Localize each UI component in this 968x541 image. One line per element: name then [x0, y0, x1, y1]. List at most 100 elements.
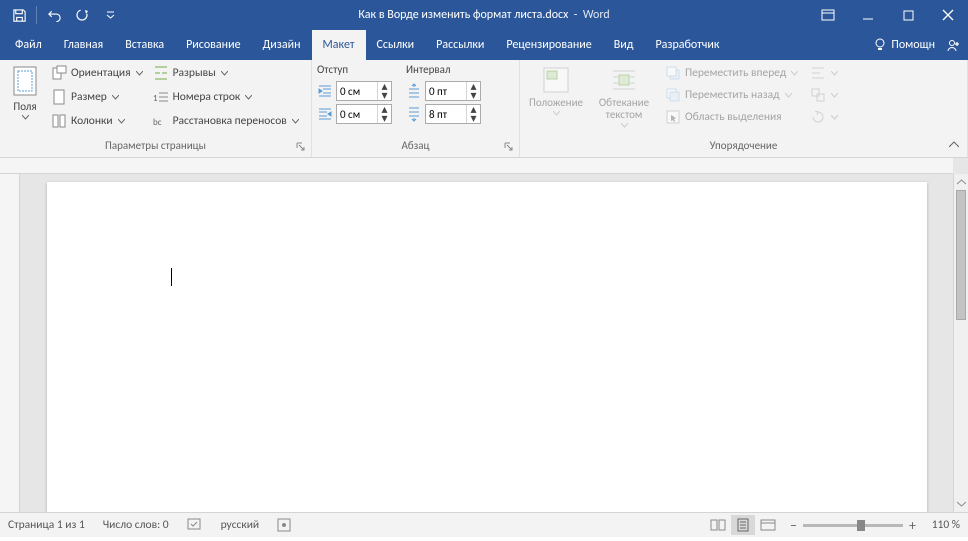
- tab-view[interactable]: Вид: [603, 30, 645, 60]
- rotate-button: [810, 107, 838, 127]
- line-numbers-icon: 1: [153, 89, 169, 105]
- indent-right-icon: [317, 106, 333, 122]
- zoom-slider-thumb[interactable]: [857, 520, 865, 531]
- scroll-up-icon[interactable]: [954, 174, 968, 190]
- tab-mailings[interactable]: Рассылки: [425, 30, 495, 60]
- columns-icon: [51, 113, 67, 129]
- tab-file[interactable]: Файл: [4, 30, 53, 60]
- selection-pane-button: Область выделения: [665, 107, 798, 127]
- position-icon: [541, 65, 571, 95]
- page-size-icon: [51, 89, 67, 105]
- horizontal-ruler[interactable]: [0, 158, 953, 174]
- redo-icon[interactable]: [69, 2, 95, 28]
- columns-button[interactable]: Колонки: [51, 111, 143, 131]
- bring-forward-icon: [665, 65, 681, 81]
- chevron-down-icon: [22, 115, 29, 120]
- scrollbar-thumb[interactable]: [956, 190, 966, 320]
- align-icon: [810, 65, 826, 81]
- margins-icon: [10, 65, 40, 99]
- share-icon[interactable]: [945, 38, 960, 53]
- macro-icon[interactable]: [277, 518, 291, 532]
- ribbon-tabs: Файл Главная Вставка Рисование Дизайн Ма…: [0, 30, 968, 60]
- page[interactable]: [47, 182, 927, 512]
- undo-icon[interactable]: [41, 2, 67, 28]
- app-name: Word: [583, 8, 610, 22]
- line-numbers-button[interactable]: 1 Номера строк: [153, 87, 299, 107]
- tell-me-label: Помощн: [891, 38, 935, 52]
- titlebar: Как в Ворде изменить формат листа.docx -…: [0, 0, 968, 30]
- tell-me[interactable]: Помощн: [873, 38, 935, 52]
- group-button: [810, 85, 838, 105]
- minimize-icon[interactable]: [848, 0, 888, 30]
- paragraph-group-label: Абзац: [312, 139, 519, 157]
- spacing-header: Интервал: [406, 63, 481, 76]
- print-layout-icon[interactable]: [731, 515, 755, 535]
- ribbon: Поля Ориентация Размер Колонки: [0, 60, 968, 158]
- zoom-slider: − + 110 %: [790, 517, 960, 534]
- breaks-icon: [153, 65, 169, 81]
- maximize-icon[interactable]: [888, 0, 928, 30]
- dialog-launcher-icon[interactable]: [503, 141, 515, 153]
- read-mode-icon[interactable]: [706, 515, 730, 535]
- tab-draw[interactable]: Рисование: [175, 30, 251, 60]
- ribbon-display-options-icon[interactable]: [808, 0, 848, 30]
- text-cursor: [171, 268, 172, 286]
- tab-references[interactable]: Ссылки: [366, 30, 426, 60]
- spacing-before-icon: [406, 83, 422, 99]
- send-backward-icon: [665, 87, 681, 103]
- spin-down-icon[interactable]: ▾: [378, 91, 391, 100]
- indent-left-input[interactable]: ▴▾: [336, 81, 392, 101]
- size-button[interactable]: Размер: [51, 87, 143, 107]
- close-icon[interactable]: [928, 0, 968, 30]
- tab-design[interactable]: Дизайн: [252, 30, 312, 60]
- statusbar: Страница 1 из 1 Число слов: 0 русский − …: [0, 512, 968, 537]
- zoom-out-icon[interactable]: −: [790, 517, 797, 534]
- scroll-down-icon[interactable]: [954, 496, 968, 512]
- lightbulb-icon: [873, 38, 887, 52]
- tab-developer[interactable]: Разработчик: [644, 30, 730, 60]
- dialog-launcher-icon[interactable]: [295, 141, 307, 153]
- save-icon[interactable]: [6, 2, 32, 28]
- rotate-icon: [810, 109, 826, 125]
- word-count[interactable]: Число слов: 0: [103, 518, 169, 532]
- position-button: Положение: [525, 63, 587, 116]
- margins-button[interactable]: Поля: [5, 63, 45, 120]
- language-indicator[interactable]: русский: [221, 518, 260, 532]
- spacing-before-input[interactable]: ▴▾: [425, 81, 481, 101]
- document-name: Как в Ворде изменить формат листа.docx: [358, 8, 568, 22]
- svg-text:1: 1: [153, 93, 158, 104]
- orientation-button[interactable]: Ориентация: [51, 63, 143, 83]
- arrange-group-label: Упорядочение: [520, 139, 967, 157]
- qat-more-icon[interactable]: [97, 2, 123, 28]
- indent-header: Отступ: [317, 63, 392, 76]
- spacing-after-icon: [406, 106, 422, 122]
- collapse-ribbon-icon[interactable]: [946, 137, 962, 153]
- tab-layout[interactable]: Макет: [312, 30, 366, 60]
- web-layout-icon[interactable]: [756, 515, 780, 535]
- vertical-scrollbar[interactable]: [953, 174, 968, 512]
- zoom-in-icon[interactable]: +: [909, 517, 916, 534]
- tab-home[interactable]: Главная: [53, 30, 114, 60]
- tab-insert[interactable]: Вставка: [114, 30, 175, 60]
- view-buttons: [706, 515, 780, 535]
- page-indicator[interactable]: Страница 1 из 1: [8, 518, 85, 532]
- wrap-text-button: Обтекание текстом: [593, 63, 655, 128]
- window-title: Как в Ворде изменить формат листа.docx -…: [358, 8, 609, 22]
- tab-review[interactable]: Рецензирование: [495, 30, 602, 60]
- zoom-value[interactable]: 110 %: [922, 518, 960, 532]
- vertical-ruler[interactable]: [0, 174, 20, 512]
- orientation-icon: [51, 65, 67, 81]
- breaks-button[interactable]: Разрывы: [153, 63, 299, 83]
- zoom-slider-track[interactable]: [803, 524, 903, 527]
- spacing-after-input[interactable]: ▴▾: [425, 104, 481, 124]
- selection-pane-icon: [665, 109, 681, 125]
- indent-right-input[interactable]: ▴▾: [336, 104, 392, 124]
- spellcheck-icon[interactable]: [187, 518, 203, 532]
- hyphenation-button[interactable]: bc Расстановка переносов: [153, 111, 299, 131]
- send-backward-button: Переместить назад: [665, 85, 798, 105]
- indent-left-icon: [317, 83, 333, 99]
- align-button: [810, 63, 838, 83]
- group-icon: [810, 87, 826, 103]
- svg-text:bc: bc: [153, 117, 162, 128]
- bring-forward-button: Переместить вперед: [665, 63, 798, 83]
